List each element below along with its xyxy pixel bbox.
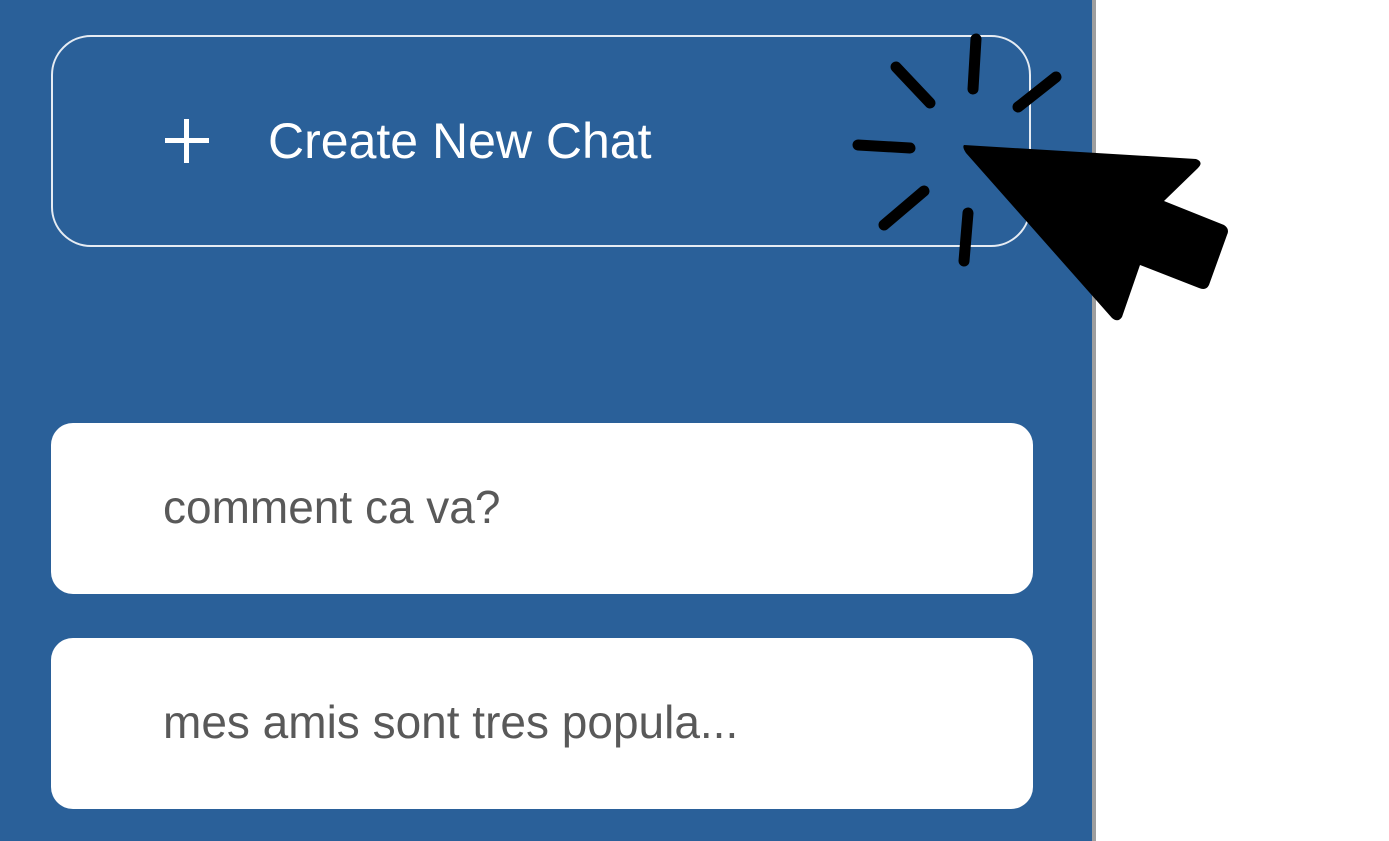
chat-history-item-label: mes amis sont tres popula... (163, 696, 739, 748)
chat-history-item-label: comment ca va? (163, 481, 501, 533)
create-new-chat-label: Create New Chat (268, 113, 652, 169)
create-new-chat-button[interactable]: Create New Chat (51, 35, 1031, 247)
sidebar: Create New Chat comment ca va? mes amis … (0, 0, 1096, 841)
chat-history-item[interactable]: mes amis sont tres popula... (51, 638, 1033, 809)
screen: Create New Chat comment ca va? mes amis … (0, 0, 1389, 841)
plus-icon (165, 119, 209, 163)
chat-history-item[interactable]: comment ca va? (51, 423, 1033, 594)
